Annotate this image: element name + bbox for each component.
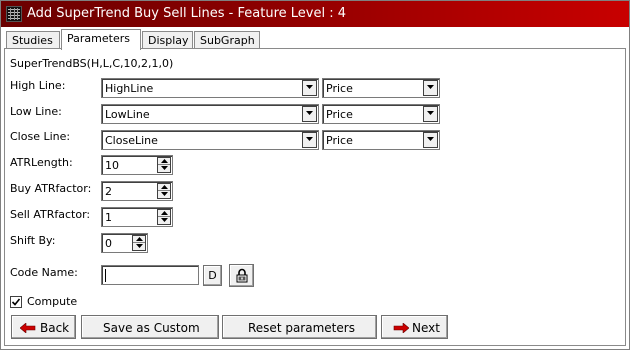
- back-button[interactable]: Back: [11, 315, 76, 339]
- atr-length-stepper[interactable]: 10: [101, 155, 173, 175]
- compute-checkbox[interactable]: [10, 296, 22, 308]
- d-button[interactable]: D: [203, 265, 222, 286]
- close-line-type-value: Price: [326, 134, 353, 147]
- stepper-buttons: [157, 209, 171, 225]
- close-line-select[interactable]: CloseLine: [101, 130, 319, 150]
- decrement-icon[interactable]: [158, 191, 170, 198]
- sell-atr-factor-label: Sell ATRfactor:: [10, 208, 91, 221]
- sell-atr-factor-stepper[interactable]: 1: [101, 207, 173, 227]
- code-name-label: Code Name:: [10, 266, 78, 279]
- back-button-label: Back: [40, 321, 70, 335]
- high-line-type-select[interactable]: Price: [322, 78, 440, 98]
- lock-button[interactable]: [229, 264, 254, 287]
- close-line-label: Close Line:: [10, 130, 71, 143]
- chevron-down-icon[interactable]: [423, 80, 438, 96]
- increment-icon[interactable]: [158, 184, 170, 191]
- lock-icon: [235, 268, 249, 286]
- tab-parameters[interactable]: Parameters: [61, 29, 141, 50]
- decrement-icon[interactable]: [133, 243, 145, 250]
- reset-parameters-button[interactable]: Reset parameters: [222, 315, 377, 339]
- low-line-select[interactable]: LowLine: [101, 104, 319, 124]
- chevron-down-icon[interactable]: [302, 106, 317, 122]
- arrow-left-icon: [19, 322, 36, 336]
- tab-subgraph[interactable]: SubGraph: [194, 31, 260, 49]
- tab-studies[interactable]: Studies: [6, 31, 60, 49]
- increment-icon[interactable]: [133, 236, 145, 243]
- stepper-buttons: [157, 157, 171, 173]
- high-line-label: High Line:: [10, 79, 66, 92]
- atr-length-value: 10: [105, 159, 119, 172]
- high-line-type-value: Price: [326, 82, 353, 95]
- sell-atr-factor-value: 1: [105, 211, 112, 224]
- chevron-down-icon[interactable]: [302, 80, 317, 96]
- low-line-value: LowLine: [105, 108, 150, 121]
- save-as-custom-label: Save as Custom: [103, 321, 200, 335]
- next-button[interactable]: Next: [381, 315, 448, 339]
- low-line-type-value: Price: [326, 108, 353, 121]
- increment-icon[interactable]: [158, 210, 170, 217]
- code-name-input[interactable]: [101, 265, 199, 285]
- low-line-label: Low Line:: [10, 105, 62, 118]
- low-line-type-select[interactable]: Price: [322, 104, 440, 124]
- close-line-value: CloseLine: [105, 134, 158, 147]
- increment-icon[interactable]: [158, 158, 170, 165]
- save-as-custom-button[interactable]: Save as Custom: [81, 315, 219, 339]
- close-line-type-select[interactable]: Price: [322, 130, 440, 150]
- high-line-select[interactable]: HighLine: [101, 78, 319, 98]
- dialog-window: Add SuperTrend Buy Sell Lines - Feature …: [0, 0, 630, 350]
- stepper-buttons: [132, 235, 146, 251]
- buy-atr-factor-value: 2: [105, 185, 112, 198]
- decrement-icon[interactable]: [158, 217, 170, 224]
- high-line-value: HighLine: [105, 82, 154, 95]
- atr-length-label: ATRLength:: [10, 156, 73, 169]
- arrow-right-icon: [393, 322, 410, 336]
- shift-by-label: Shift By:: [10, 234, 56, 247]
- title-bar[interactable]: Add SuperTrend Buy Sell Lines - Feature …: [1, 1, 629, 27]
- chevron-down-icon[interactable]: [423, 106, 438, 122]
- buy-atr-factor-label: Buy ATRfactor:: [10, 182, 92, 195]
- compute-label[interactable]: Compute: [27, 295, 77, 308]
- buy-atr-factor-stepper[interactable]: 2: [101, 181, 173, 201]
- stepper-buttons: [157, 183, 171, 199]
- chevron-down-icon[interactable]: [423, 132, 438, 148]
- formula-text: SuperTrendBS(H,L,C,10,2,1,0): [10, 57, 174, 70]
- window-title: Add SuperTrend Buy Sell Lines - Feature …: [27, 6, 346, 21]
- text-caret: [105, 269, 106, 282]
- reset-parameters-label: Reset parameters: [248, 321, 355, 335]
- shift-by-value: 0: [105, 237, 112, 250]
- chevron-down-icon[interactable]: [302, 132, 317, 148]
- app-icon: [6, 6, 22, 22]
- decrement-icon[interactable]: [158, 165, 170, 172]
- tab-display[interactable]: Display: [142, 31, 193, 49]
- next-button-label: Next: [412, 321, 440, 335]
- shift-by-stepper[interactable]: 0: [101, 233, 148, 253]
